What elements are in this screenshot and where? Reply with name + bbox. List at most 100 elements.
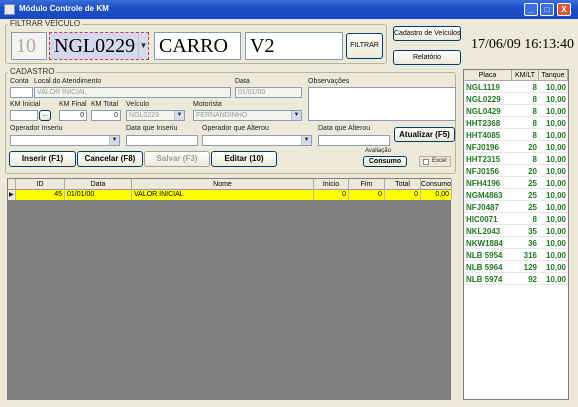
km-inicial-button[interactable]: …	[39, 110, 51, 121]
list-item[interactable]: HHT2315 8 10,00	[464, 154, 568, 165]
list-item[interactable]: HHT2368 8 10,00	[464, 118, 568, 129]
grid-col-data[interactable]: Data	[65, 179, 132, 190]
report-button[interactable]: Relatório	[393, 50, 461, 65]
vehicle-registry-button[interactable]: Cadastro de Veículos	[393, 26, 461, 41]
grid-col-consumo[interactable]: Consumo	[421, 179, 452, 190]
data-inseriu-field[interactable]	[126, 135, 198, 146]
list-item[interactable]: NFJ0156 20 10,00	[464, 166, 568, 177]
side-cell-tanque: 10,00	[545, 167, 566, 176]
minimize-button[interactable]: _	[524, 3, 538, 16]
side-cell-tanque: 10,00	[545, 131, 566, 140]
chevron-down-icon[interactable]: ▼	[174, 111, 184, 120]
list-item[interactable]: NLB 5964 129 10,00	[464, 262, 568, 273]
salvar-button[interactable]: Salvar (F3)	[144, 151, 210, 167]
cell-nome: VALOR INICIAL	[132, 190, 314, 200]
veiculo-value: NGL0229	[129, 112, 159, 119]
grid-header: ID Data Nome Inicio Fim Total Consumo	[8, 179, 452, 190]
side-cell-tanque: 10,00	[545, 179, 566, 188]
list-item[interactable]: NGL0429 8 10,00	[464, 106, 568, 117]
op-inseriu-select[interactable]: ▼	[10, 135, 120, 146]
veiculo-select[interactable]: NGL0229 ▼	[126, 110, 185, 121]
km-inicial-label: KM Inicial	[10, 101, 41, 108]
plate-select[interactable]: NGL0229 ▼	[49, 32, 149, 60]
chevron-down-icon[interactable]: ▼	[291, 111, 301, 120]
side-cell-placa: NGM4863	[466, 191, 503, 200]
op-alterou-select[interactable]: ▼	[202, 135, 312, 146]
list-item[interactable]: NGL0229 8 10,00	[464, 94, 568, 105]
maximize-button[interactable]: □	[540, 3, 554, 16]
consumo-button[interactable]: Consumo	[363, 156, 407, 167]
op-inseriu-label: Operador Inseriu	[10, 125, 63, 132]
motorista-select[interactable]: FERNANDINHO ▼	[193, 110, 302, 121]
vehicle-model-field[interactable]: V2	[245, 32, 343, 60]
side-cell-placa: NLB 5964	[466, 263, 503, 272]
list-item[interactable]: NFJ0196 20 10,00	[464, 142, 568, 153]
side-cell-kmlt: 35	[528, 227, 537, 236]
side-col-kmlt[interactable]: KM/LT	[512, 70, 539, 81]
cell-total: 0	[385, 190, 421, 200]
filter-button[interactable]: FILTRAR	[346, 33, 383, 59]
side-cell-kmlt: 316	[523, 251, 537, 260]
list-item[interactable]: NLB 5974 92 10,00	[464, 274, 568, 285]
list-item[interactable]: HIC0071 8 10,00	[464, 214, 568, 225]
excel-option[interactable]: Excel	[419, 156, 451, 167]
side-cell-tanque: 10,00	[545, 251, 566, 260]
grid-col-fim[interactable]: Fim	[349, 179, 385, 190]
cancelar-button[interactable]: Cancelar (F8)	[77, 151, 143, 167]
list-item[interactable]: NFJ0487 25 10,00	[464, 202, 568, 213]
side-cell-kmlt: 8	[532, 107, 537, 116]
avaliacao-label: Avaliação	[365, 148, 391, 154]
excel-label: Excel	[432, 158, 447, 164]
chevron-down-icon[interactable]: ▼	[138, 33, 148, 59]
side-cell-kmlt: 92	[528, 275, 537, 284]
editar-button[interactable]: Editar (10)	[211, 151, 277, 167]
cell-consumo: 0,00	[421, 190, 452, 200]
grid-col-nome[interactable]: Nome	[132, 179, 314, 190]
chevron-down-icon[interactable]: ▼	[301, 136, 311, 145]
vehicle-code-field[interactable]: 10	[11, 32, 47, 60]
vehicle-type-field[interactable]: CARRO	[154, 32, 241, 60]
side-cell-placa: NKW1884	[466, 239, 503, 248]
datetime-display: 17/06/09 16:13:40	[471, 37, 575, 52]
atualizar-button[interactable]: Atualizar (F5)	[394, 127, 455, 142]
row-indicator-icon: ▶	[8, 190, 16, 200]
list-item[interactable]: NKW1884 36 10,00	[464, 238, 568, 249]
data-alterou-field[interactable]	[318, 135, 390, 146]
list-item[interactable]: NGM4863 25 10,00	[464, 190, 568, 201]
table-row[interactable]: ▶ 45 01/01/00 VALOR INICIAL 0 0 0 0,00	[8, 190, 452, 200]
chevron-down-icon[interactable]: ▼	[109, 136, 119, 145]
list-item[interactable]: HHT4085 8 10,00	[464, 130, 568, 141]
vehicle-consumption-table[interactable]: Placa KM/LT Tanque NGL1119 8 10,00 NGL0229 8…	[463, 69, 569, 400]
side-col-tanque[interactable]: Tanque	[539, 70, 568, 81]
grid-col-total[interactable]: Total	[385, 179, 421, 190]
close-button[interactable]: X	[557, 3, 571, 16]
list-item[interactable]: NGL1119 8 10,00	[464, 82, 568, 93]
op-alterou-label: Operador que Alterou	[202, 125, 269, 132]
list-item[interactable]: NFH4196 25 10,00	[464, 178, 568, 189]
conta-field[interactable]	[10, 87, 33, 98]
list-item[interactable]: NKL2043 35 10,00	[464, 226, 568, 237]
grid-col-id[interactable]: ID	[16, 179, 65, 190]
side-cell-kmlt: 20	[528, 167, 537, 176]
observacoes-field[interactable]	[308, 87, 456, 121]
side-cell-placa: NFJ0196	[466, 143, 499, 152]
km-final-label: KM Final	[59, 101, 87, 108]
km-final-field[interactable]: 0	[59, 110, 87, 121]
side-cell-placa: NFJ0487	[466, 203, 499, 212]
list-item[interactable]: NLB 5954 316 10,00	[464, 250, 568, 261]
app-icon	[4, 4, 15, 15]
side-cell-placa: HIC0071	[466, 215, 498, 224]
plate-value: NGL0229	[54, 35, 136, 57]
side-col-placa[interactable]: Placa	[464, 70, 512, 81]
grid-col-inicio[interactable]: Inicio	[314, 179, 349, 190]
local-field[interactable]: VALOR INICIAL	[34, 87, 231, 98]
side-cell-tanque: 10,00	[545, 119, 566, 128]
data-field[interactable]: 01/01/00	[235, 87, 302, 98]
inserir-button[interactable]: Inserir (F1)	[9, 151, 76, 167]
excel-checkbox[interactable]	[423, 159, 429, 165]
cadastro-group-label: CADASTRO	[8, 67, 57, 76]
side-cell-kmlt: 8	[532, 155, 537, 164]
km-total-field[interactable]: 0	[91, 110, 121, 121]
records-grid[interactable]: ID Data Nome Inicio Fim Total Consumo ▶ …	[7, 178, 452, 400]
km-inicial-field[interactable]	[10, 110, 38, 121]
